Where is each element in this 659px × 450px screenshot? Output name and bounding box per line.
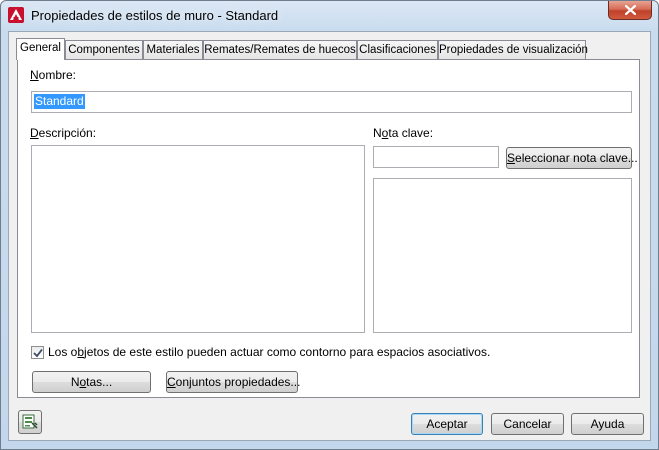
close-icon bbox=[625, 5, 636, 15]
tab-componentes[interactable]: Componentes bbox=[65, 40, 143, 59]
bounding-space-label[interactable]: Los objetos de este estilo pueden actuar… bbox=[48, 345, 490, 359]
name-input[interactable]: Standard bbox=[31, 91, 632, 113]
bounding-space-checkbox[interactable] bbox=[31, 346, 44, 359]
keynote-label: Nota clave: bbox=[373, 126, 434, 140]
checkmark-icon bbox=[33, 348, 43, 358]
general-tab-panel: Nombre: Standard Descripción: Nota clave… bbox=[17, 59, 640, 398]
close-button[interactable] bbox=[608, 1, 652, 20]
dialog-window: Propiedades de estilos de muro - Standar… bbox=[0, 0, 659, 450]
property-sets-button[interactable]: Conjuntos propiedades... bbox=[166, 371, 300, 393]
keynote-input[interactable] bbox=[373, 146, 499, 168]
style-manager-icon bbox=[22, 414, 38, 429]
window-title: Propiedades de estilos de muro - Standar… bbox=[31, 8, 279, 23]
tab-remates[interactable]: Remates/Remates de huecos bbox=[203, 40, 357, 59]
tab-clasificaciones[interactable]: Clasificaciones bbox=[357, 40, 438, 59]
title-bar[interactable]: Propiedades de estilos de muro - Standar… bbox=[1, 1, 658, 31]
tab-materiales[interactable]: Materiales bbox=[143, 40, 203, 59]
cancel-button[interactable]: Cancelar bbox=[491, 413, 564, 435]
notes-button[interactable]: Notas... bbox=[32, 371, 151, 393]
tab-propiedades-visualizacion[interactable]: Propiedades de visualización bbox=[438, 40, 588, 59]
accept-button[interactable]: Aceptar bbox=[411, 413, 483, 435]
select-keynote-button[interactable]: Seleccionar nota clave... bbox=[506, 147, 638, 169]
name-label: Nombre: bbox=[30, 68, 77, 82]
description-textarea[interactable] bbox=[31, 145, 365, 333]
tab-general[interactable]: General bbox=[16, 38, 65, 60]
name-value: Standard bbox=[34, 94, 85, 109]
description-label: Descripción: bbox=[30, 126, 97, 140]
autocad-app-icon[interactable] bbox=[8, 7, 24, 23]
dialog-client-area: General Componentes Materiales Remates/R… bbox=[8, 31, 651, 441]
style-browser-button[interactable] bbox=[18, 410, 42, 434]
keynote-preview-box bbox=[373, 178, 632, 333]
help-button[interactable]: Ayuda bbox=[571, 413, 644, 435]
